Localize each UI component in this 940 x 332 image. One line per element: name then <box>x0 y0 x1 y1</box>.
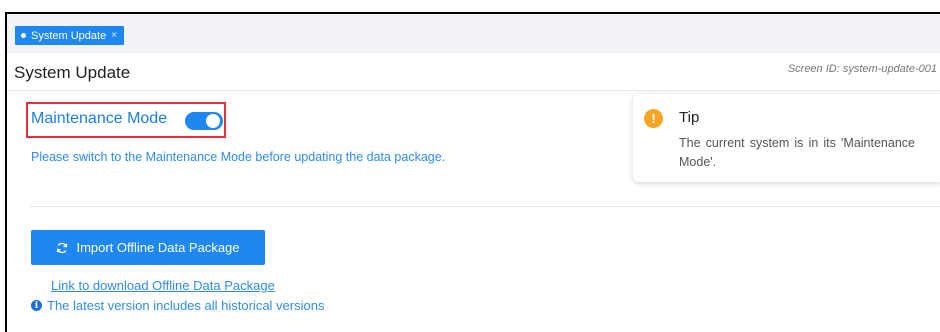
app-window: System Update × System Update Screen ID:… <box>5 12 940 332</box>
screen-id: Screen ID: system-update-001 <box>787 63 937 75</box>
tab-label: System Update <box>31 29 107 42</box>
info-text: The latest version includes all historic… <box>47 298 325 313</box>
page-header: System Update Screen ID: system-update-0… <box>7 53 940 91</box>
tab-bar: System Update × <box>7 14 940 52</box>
tab-close-icon[interactable]: × <box>111 30 117 41</box>
tab-system-update[interactable]: System Update × <box>15 26 125 45</box>
import-offline-package-button[interactable]: Import Offline Data Package <box>31 230 265 265</box>
info-icon: i <box>31 300 42 311</box>
warning-icon: ! <box>644 109 663 128</box>
maintenance-hint: Please switch to the Maintenance Mode be… <box>31 150 446 164</box>
tip-text: The current system is in its 'Maintenanc… <box>679 136 915 169</box>
main-content: Maintenance Mode Please switch to the Ma… <box>7 91 940 332</box>
refresh-icon <box>57 242 68 253</box>
page-title: System Update <box>14 63 131 82</box>
tip-card: ! Tip The current system is in its 'Main… <box>633 94 940 182</box>
tab-active-dot-icon <box>21 33 26 38</box>
page: System Update × System Update Screen ID:… <box>0 0 940 332</box>
download-package-link[interactable]: Link to download Offline Data Package <box>51 278 275 293</box>
divider <box>30 206 940 207</box>
maintenance-mode-label: Maintenance Mode <box>31 110 168 127</box>
tip-title: Tip <box>679 109 700 126</box>
info-note: i The latest version includes all histor… <box>31 298 324 313</box>
import-button-label: Import Offline Data Package <box>76 240 240 255</box>
toggle-knob <box>206 114 220 128</box>
maintenance-mode-toggle[interactable] <box>185 112 223 130</box>
